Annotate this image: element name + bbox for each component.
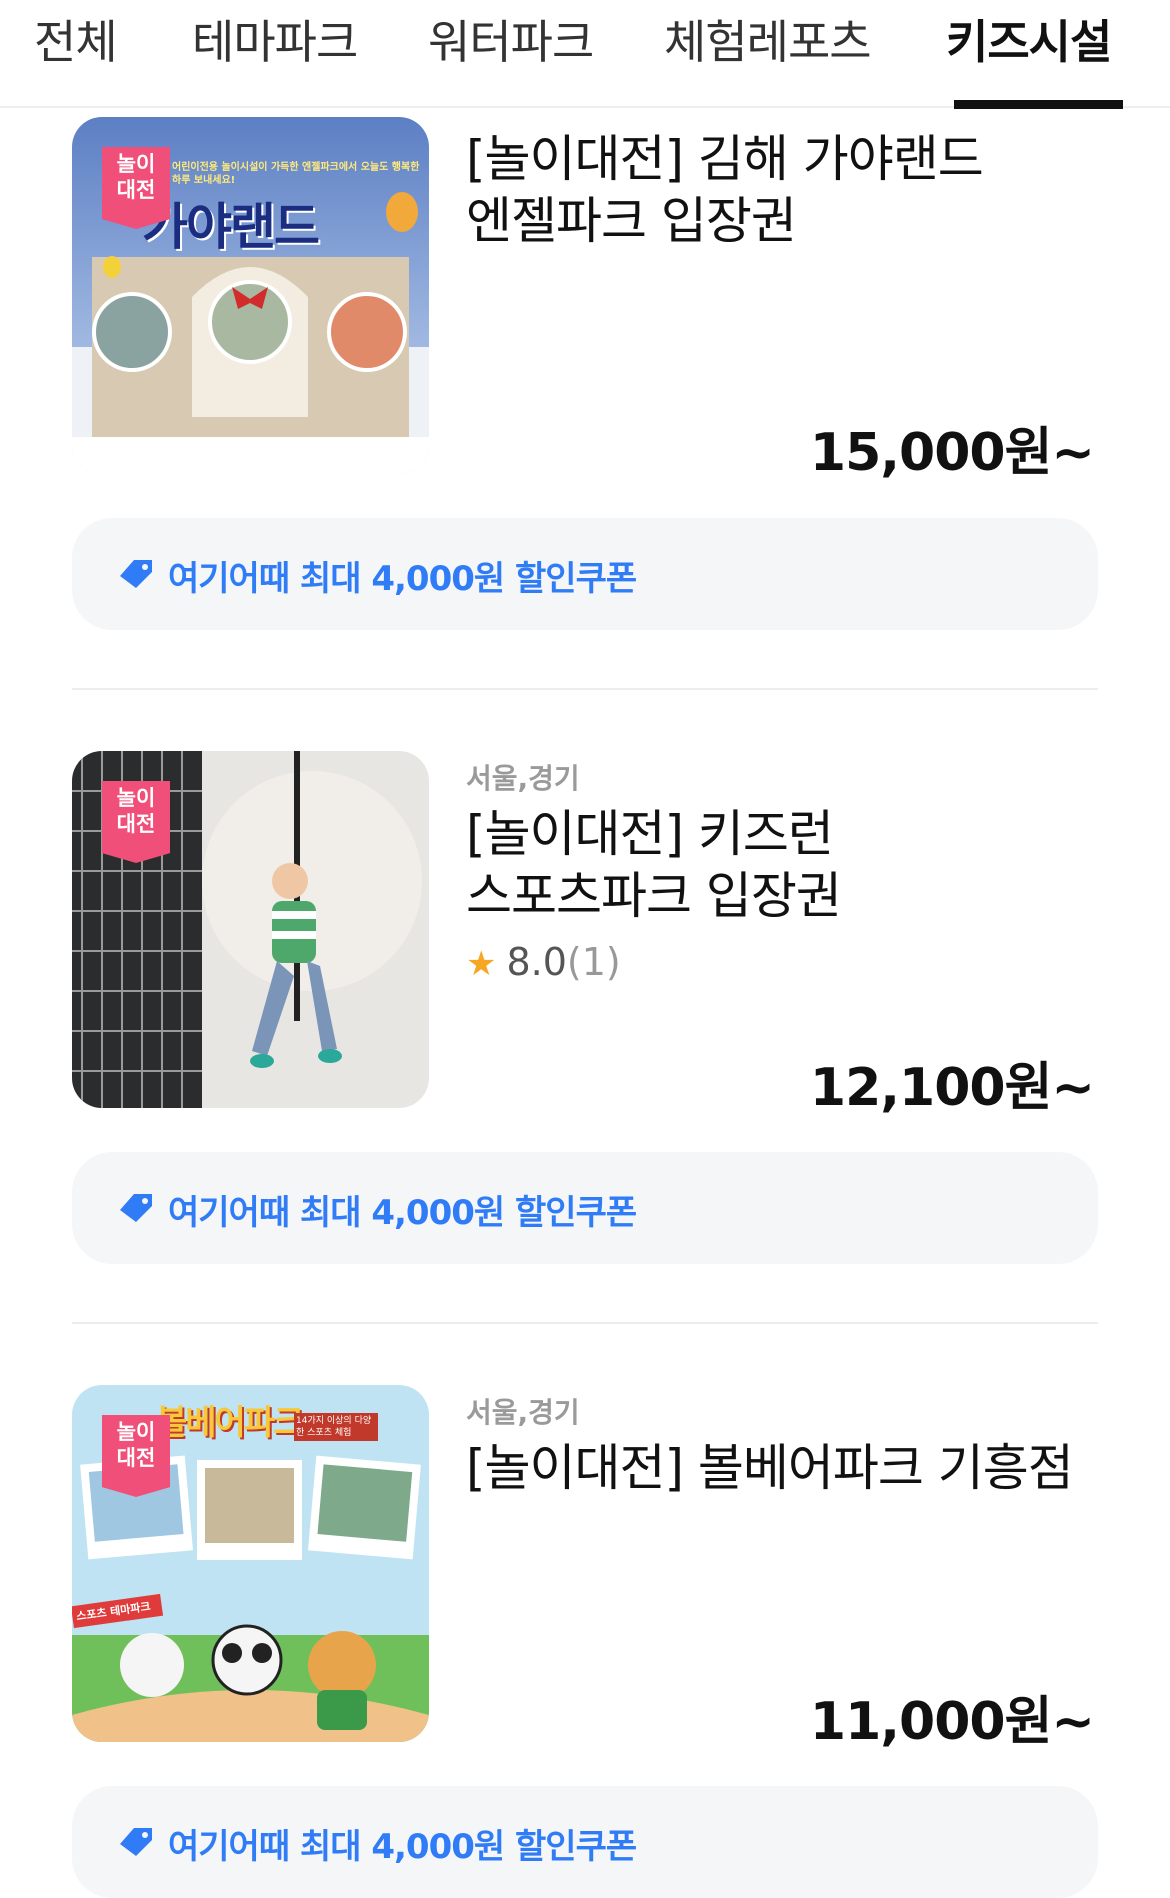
product-thumbnail[interactable]: 어린이전용 놀이시설이 가득한 엔젤파크에서 오늘도 행복한 하루 보내세요! … bbox=[72, 117, 429, 474]
tab-theme-park[interactable]: 테마파크 bbox=[192, 6, 358, 72]
product-title[interactable]: [놀이대전] 키즈런 스포츠파크 입장권 bbox=[466, 803, 842, 927]
category-tabs: 전체 테마파크 워터파크 체험레포츠 키즈시설 bbox=[0, 0, 1170, 109]
tab-all[interactable]: 전체 bbox=[34, 6, 118, 72]
product-rating: ★ 8.0(1) bbox=[466, 940, 621, 984]
tab-experience-sports[interactable]: 체험레포츠 bbox=[664, 6, 872, 72]
tag-icon bbox=[120, 1194, 152, 1222]
tag-icon bbox=[120, 560, 152, 588]
product-price: 15,000원~ bbox=[809, 423, 1095, 483]
coupon-banner[interactable]: 여기어때 최대 4,000원 할인쿠폰 bbox=[72, 518, 1098, 630]
tab-water-park[interactable]: 워터파크 bbox=[428, 6, 594, 72]
tab-kids-facility[interactable]: 키즈시설 bbox=[946, 6, 1112, 72]
product-region: 서울,경기 bbox=[466, 762, 580, 795]
product-title[interactable]: [놀이대전] 볼베어파크 기흥점 bbox=[466, 1437, 1074, 1499]
coupon-banner[interactable]: 여기어때 최대 4,000원 할인쿠폰 bbox=[72, 1786, 1098, 1898]
product-thumbnail[interactable]: 놀이 대전 bbox=[72, 751, 429, 1108]
product-price: 12,100원~ bbox=[809, 1058, 1095, 1118]
thumb-caption: 14가지 이상의 다양한 스포츠 체험 bbox=[294, 1413, 378, 1441]
tag-icon bbox=[120, 1828, 152, 1856]
coupon-banner[interactable]: 여기어때 최대 4,000원 할인쿠폰 bbox=[72, 1152, 1098, 1264]
event-badge: 놀이 대전 bbox=[102, 147, 170, 229]
divider bbox=[72, 688, 1098, 690]
active-tab-indicator bbox=[954, 100, 1123, 109]
thumb-logo-text: 볼베어파크 bbox=[156, 1403, 304, 1443]
thumb-caption: 어린이전용 놀이시설이 가득한 엔젤파크에서 오늘도 행복한 하루 보내세요! bbox=[172, 162, 420, 186]
coupon-text: 여기어때 최대 4,000원 할인쿠폰 bbox=[168, 1193, 637, 1233]
product-title[interactable]: [놀이대전] 김해 가야랜드 엔젤파크 입장권 bbox=[466, 128, 984, 252]
coupon-text: 여기어때 최대 4,000원 할인쿠폰 bbox=[168, 1827, 637, 1867]
coupon-text: 여기어때 최대 4,000원 할인쿠폰 bbox=[168, 559, 637, 599]
product-region: 서울,경기 bbox=[466, 1396, 580, 1429]
product-thumbnail[interactable]: 볼베어파크 14가지 이상의 다양한 스포츠 체험 스포츠 테마파크 놀이 대전 bbox=[72, 1385, 429, 1742]
event-badge: 놀이 대전 bbox=[102, 781, 170, 863]
divider bbox=[72, 1322, 1098, 1324]
event-badge: 놀이 대전 bbox=[102, 1415, 170, 1497]
product-price: 11,000원~ bbox=[809, 1692, 1095, 1752]
star-icon: ★ bbox=[466, 944, 497, 984]
